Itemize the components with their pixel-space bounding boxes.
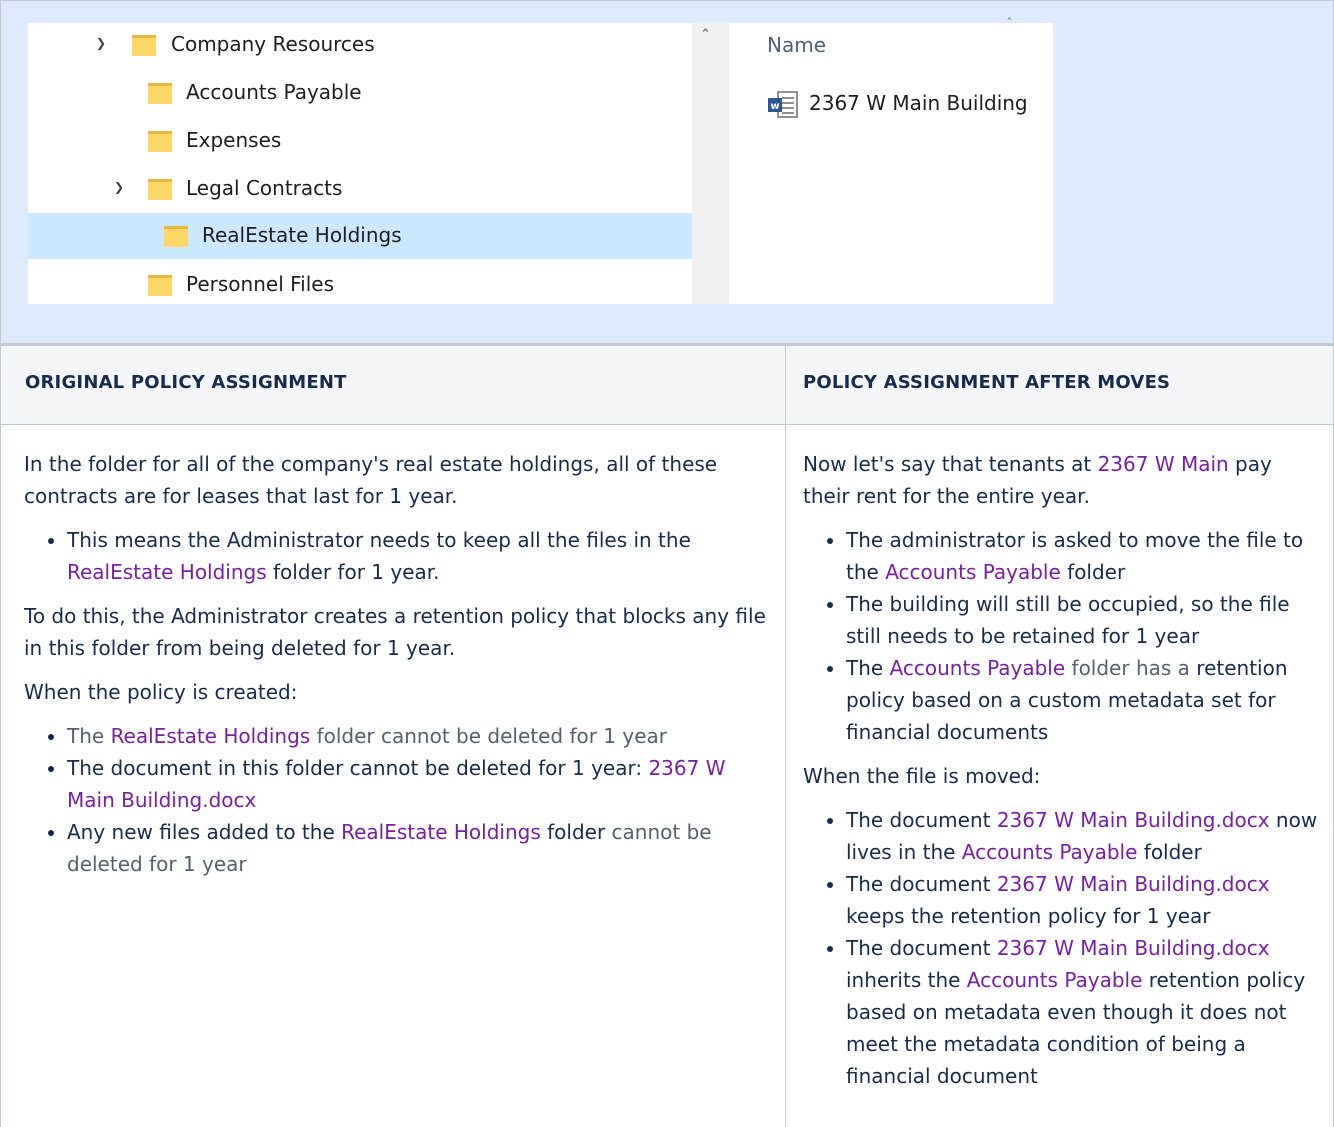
column-heading: POLICY ASSIGNMENT AFTER MOVES [803,372,1171,393]
folder-icon [132,35,156,56]
column-header-name[interactable]: Name [767,33,826,57]
folder-tree: ❯ Company Resources Accounts Payable Exp… [28,23,692,304]
bullet-list: The RealEstate Holdings folder cannot be… [24,720,769,880]
list-item: The document in this folder cannot be de… [67,752,769,816]
header-cell-original: ORIGINAL POLICY ASSIGNMENT [0,346,785,425]
tree-item-realestate-holdings[interactable]: RealEstate Holdings [28,213,692,259]
paragraph: To do this, the Administrator creates a … [24,604,766,660]
text: The document [846,936,997,960]
text: inherits the [846,968,967,992]
text: The document [846,808,997,832]
chevron-down-icon[interactable]: ❯ [94,36,108,50]
document-link[interactable]: 2367 W Main Building.docx [997,936,1270,960]
scroll-up-icon[interactable]: ⌃ [700,27,711,42]
table-left-border [0,346,1,1127]
svg-text:w: w [770,101,779,112]
text: Now let's say that tenants at [803,452,1098,476]
folder-icon [148,131,172,152]
list-item: Any new files added to the RealEstate Ho… [67,816,769,880]
file-name: 2367 W Main Building [809,91,1028,115]
file-explorer-screenshot: ❯ Company Resources Accounts Payable Exp… [28,17,1053,304]
folder-icon [148,179,172,200]
tree-item-expenses[interactable]: Expenses [28,123,692,159]
document-link[interactable]: 2367 W Main Building.docx [997,808,1270,832]
folder-icon [148,275,172,296]
cell-original-policy: In the folder for all of the company's r… [24,448,769,892]
folder-icon [148,83,172,104]
list-item: This means the Administrator needs to ke… [67,524,769,588]
screenshot-panel: ❯ Company Resources Accounts Payable Exp… [0,0,1334,343]
folder-link[interactable]: Accounts Payable [962,840,1138,864]
list-item: The document 2367 W Main Building.docx i… [846,932,1323,1092]
paragraph: When the file is moved: [803,764,1041,788]
tree-label: Legal Contracts [186,176,343,200]
text: folder cannot be deleted for 1 year [310,724,668,748]
folder-icon [164,226,188,247]
list-item: The document 2367 W Main Building.docx n… [846,804,1323,868]
tree-label: Personnel Files [186,272,334,296]
column-divider [785,346,786,1127]
text: folder has a [1065,656,1190,680]
close-icon[interactable]: ˆ [1006,17,1013,33]
cell-after-moves: Now let's say that tenants at 2367 W Mai… [803,448,1323,1104]
tree-label: RealEstate Holdings [202,223,402,247]
list-item: The document 2367 W Main Building.docx k… [846,868,1323,932]
folder-link[interactable]: RealEstate Holdings [67,560,267,584]
tree-label: Expenses [186,128,282,152]
chevron-down-icon[interactable]: ❯ [112,180,126,194]
text: folder [1060,560,1126,584]
text: keeps the retention policy for 1 year [846,904,1211,928]
tree-item-personnel-files[interactable]: Personnel Files [28,267,692,303]
address-link[interactable]: 2367 W Main [1098,452,1229,476]
tree-scrollbar[interactable]: ⌃ [692,23,722,304]
text: Any new files added to the [67,820,342,844]
bullet-list: The document 2367 W Main Building.docx n… [803,804,1323,1092]
bullet-list: The administrator is asked to move the f… [803,524,1323,748]
folder-link[interactable]: Accounts Payable [885,560,1061,584]
tree-label: Accounts Payable [186,80,362,104]
tree-item-company-resources[interactable]: ❯ Company Resources [28,27,692,63]
text: folder for 1 year. [266,560,440,584]
bullet-list: This means the Administrator needs to ke… [24,524,769,588]
column-heading: ORIGINAL POLICY ASSIGNMENT [25,372,347,393]
folder-link[interactable]: RealEstate Holdings [341,820,541,844]
text: The [67,724,111,748]
header-cell-after-moves: POLICY ASSIGNMENT AFTER MOVES [786,346,1334,425]
paragraph: When the policy is created: [24,680,298,704]
folder-link[interactable]: RealEstate Holdings [111,724,311,748]
folder-link[interactable]: Accounts Payable [967,968,1143,992]
list-item: The RealEstate Holdings folder cannot be… [67,720,769,752]
text: This means the Administrator needs to ke… [67,528,691,552]
text: The document [846,872,997,896]
tree-item-legal-contracts[interactable]: ❯ Legal Contracts [28,171,692,207]
text: The [846,656,890,680]
list-item: The building will still be occupied, so … [846,588,1323,652]
folder-link[interactable]: Accounts Payable [890,656,1066,680]
paragraph: Now let's say that tenants at 2367 W Mai… [803,448,1323,512]
tree-item-accounts-payable[interactable]: Accounts Payable [28,75,692,111]
file-list-pane: Name ˆ w 2367 W Main Building [729,17,1053,304]
text: folder [540,820,612,844]
text: The document in this folder cannot be de… [67,756,649,780]
text: folder [1137,840,1202,864]
list-item: The Accounts Payable folder has a retent… [846,652,1323,748]
tree-label: Company Resources [171,32,375,56]
paragraph: In the folder for all of the company's r… [24,452,718,508]
list-item: The administrator is asked to move the f… [846,524,1323,588]
word-document-icon: w [768,91,798,118]
document-link[interactable]: 2367 W Main Building.docx [997,872,1270,896]
